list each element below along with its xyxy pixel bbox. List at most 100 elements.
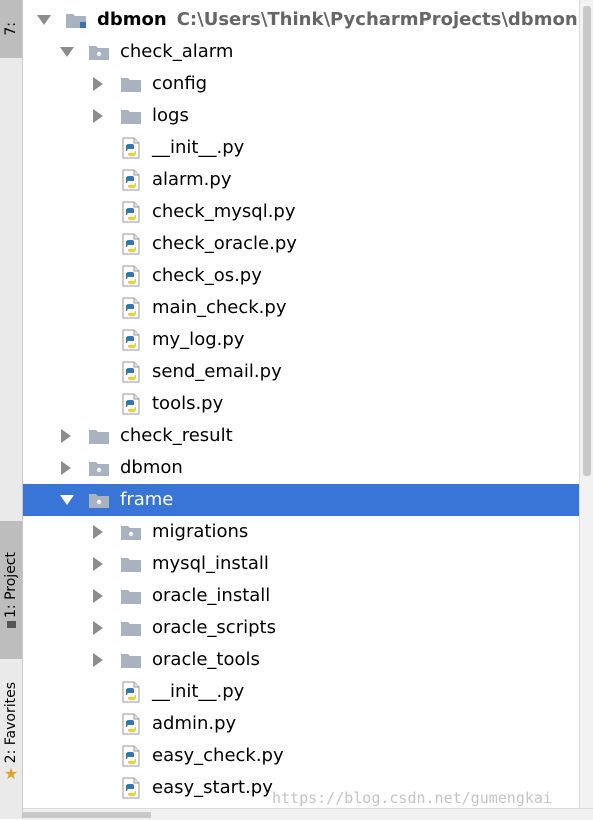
tree-row[interactable]: dbmon C:\Users\Think\PycharmProjects\dbmo…: [23, 4, 579, 36]
python-file-icon: [120, 169, 142, 191]
folder-icon: [120, 553, 142, 575]
tree-item-label: oracle_scripts: [152, 617, 276, 638]
tree-item-label: my_log.py: [152, 329, 245, 350]
tree-row[interactable]: __init__.py: [23, 676, 579, 708]
tree-item-label: check_result: [120, 425, 233, 446]
package-folder-icon: [88, 489, 110, 511]
folder-icon: [120, 617, 142, 639]
favorites-tab[interactable]: 2: Favorites ★: [0, 664, 22, 800]
chevron-right-icon[interactable]: [93, 77, 103, 91]
chevron-right-icon[interactable]: [93, 109, 103, 123]
tree-row[interactable]: config: [23, 68, 579, 100]
project-tree[interactable]: dbmon C:\Users\Think\PycharmProjects\dbmo…: [23, 4, 579, 808]
tree-item-label: alarm.py: [152, 169, 232, 190]
structure-tab-label: 7:: [3, 22, 19, 36]
tree-item-label: config: [152, 73, 208, 94]
folder-icon: [120, 105, 142, 127]
tree-row[interactable]: check_mysql.py: [23, 196, 579, 228]
tree-row[interactable]: check_alarm: [23, 36, 579, 68]
star-icon: ★: [3, 763, 19, 783]
chevron-right-icon[interactable]: [61, 429, 71, 443]
tree-row[interactable]: __init__.py: [23, 132, 579, 164]
folder-icon: [120, 73, 142, 95]
chevron-right-icon[interactable]: [93, 557, 103, 571]
tree-row[interactable]: check_oracle.py: [23, 228, 579, 260]
tree-row[interactable]: oracle_tools: [23, 644, 579, 676]
tree-item-label: check_oracle.py: [152, 233, 297, 254]
python-file-icon: [120, 265, 142, 287]
tree-row[interactable]: frame: [23, 484, 579, 516]
tree-row[interactable]: logs: [23, 100, 579, 132]
tree-row[interactable]: main_check.py: [23, 292, 579, 324]
project-tab[interactable]: 1: Project: [0, 521, 22, 659]
python-file-icon: [120, 393, 142, 415]
tree-item-label: frame: [120, 489, 174, 510]
tree-row[interactable]: migrations: [23, 516, 579, 548]
chevron-down-icon[interactable]: [37, 15, 51, 25]
tree-row[interactable]: oracle_scripts: [23, 612, 579, 644]
tree-row[interactable]: tools.py: [23, 388, 579, 420]
structure-tab[interactable]: 7:: [0, 0, 22, 58]
tree-item-label: __init__.py: [152, 137, 245, 158]
tree-row[interactable]: check_os.py: [23, 260, 579, 292]
tree-row[interactable]: my_log.py: [23, 324, 579, 356]
tree-row[interactable]: easy_check.py: [23, 740, 579, 772]
package-folder-icon: [120, 521, 142, 543]
tree-item-label: dbmon: [120, 457, 183, 478]
watermark-text: https://blog.csdn.net/gumengkai: [272, 789, 552, 807]
horizontal-scrollbar[interactable]: [23, 808, 593, 820]
tree-item-label: easy_start.py: [152, 777, 273, 798]
vertical-scrollbar[interactable]: [579, 0, 593, 808]
tree-item-label: logs: [152, 105, 189, 126]
chevron-down-icon[interactable]: [60, 495, 74, 505]
tree-item-label: mysql_install: [152, 553, 269, 574]
chevron-right-icon[interactable]: [93, 589, 103, 603]
tree-row[interactable]: alarm.py: [23, 164, 579, 196]
tree-row[interactable]: send_email.py: [23, 356, 579, 388]
tree-row[interactable]: mysql_install: [23, 548, 579, 580]
tree-item-label: check_alarm: [120, 41, 234, 62]
tree-item-label: dbmon: [97, 9, 167, 30]
project-window-icon: [6, 621, 16, 629]
tree-item-label: send_email.py: [152, 361, 282, 382]
folder-icon: [120, 585, 142, 607]
tree-item-label: __init__.py: [152, 681, 245, 702]
python-file-icon: [120, 297, 142, 319]
python-file-icon: [120, 201, 142, 223]
tree-row[interactable]: oracle_install: [23, 580, 579, 612]
python-file-icon: [120, 713, 142, 735]
chevron-down-icon[interactable]: [60, 47, 74, 57]
python-file-icon: [120, 329, 142, 351]
favorites-tab-label: 2: Favorites: [3, 682, 19, 764]
tree-item-label: tools.py: [152, 393, 224, 414]
tree-row[interactable]: check_result: [23, 420, 579, 452]
tree-row[interactable]: admin.py: [23, 708, 579, 740]
chevron-right-icon[interactable]: [93, 525, 103, 539]
tree-item-label: check_mysql.py: [152, 201, 296, 222]
package-folder-icon: [88, 457, 110, 479]
chevron-right-icon[interactable]: [93, 621, 103, 635]
module-folder-icon: [65, 9, 87, 31]
project-tab-label: 1: Project: [3, 551, 19, 618]
horizontal-scrollbar-thumb[interactable]: [23, 812, 151, 818]
python-file-icon: [120, 745, 142, 767]
python-file-icon: [120, 233, 142, 255]
chevron-right-icon[interactable]: [61, 461, 71, 475]
python-file-icon: [120, 681, 142, 703]
tree-item-label: oracle_tools: [152, 649, 260, 670]
project-path: C:\Users\Think\PycharmProjects\dbmon: [176, 9, 578, 30]
tree-item-label: migrations: [152, 521, 249, 542]
chevron-right-icon[interactable]: [93, 653, 103, 667]
python-file-icon: [120, 361, 142, 383]
vertical-scrollbar-thumb[interactable]: [583, 6, 591, 476]
folder-icon: [88, 425, 110, 447]
tree-item-label: check_os.py: [152, 265, 262, 286]
tool-window-strip: 7: 1: Project 2: Favorites ★: [0, 0, 23, 819]
python-file-icon: [120, 777, 142, 799]
tree-item-label: easy_check.py: [152, 745, 284, 766]
tree-item-label: oracle_install: [152, 585, 271, 606]
tree-row[interactable]: dbmon: [23, 452, 579, 484]
python-file-icon: [120, 137, 142, 159]
package-folder-icon: [88, 41, 110, 63]
folder-icon: [120, 649, 142, 671]
